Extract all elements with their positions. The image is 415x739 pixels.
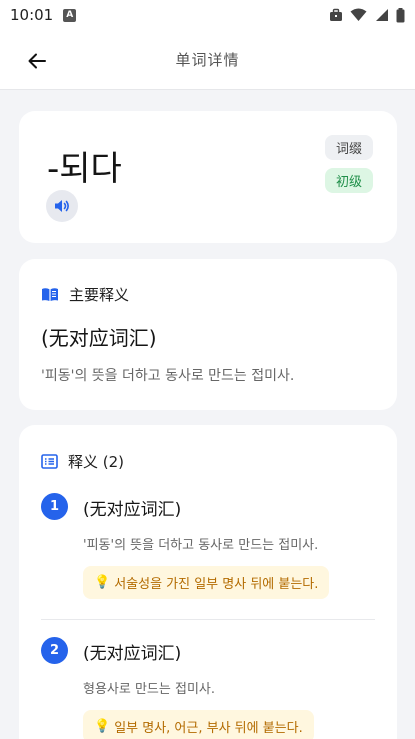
status-bar: 10:01 A xyxy=(0,0,415,30)
word-text: -되다 xyxy=(47,149,122,189)
definitions-heading: 释义 (2) xyxy=(68,453,125,471)
app-bar: 单词详情 xyxy=(0,30,415,90)
pronounce-button[interactable] xyxy=(46,190,78,222)
signal-icon xyxy=(376,9,388,21)
usage-note: 💡 서술성을 가진 일부 명사 뒤에 붙는다. xyxy=(83,566,330,599)
main-definition-card: 主要释义 (无对应词汇) '피동'의 뜻을 더하고 동사로 만드는 접미사. xyxy=(19,259,397,410)
word-type-badge: 词缀 xyxy=(324,135,373,160)
divider xyxy=(41,619,375,620)
word-card: -되다 词缀 初级 xyxy=(19,111,397,243)
main-definition-title: (无对应词汇) xyxy=(41,326,157,350)
word-level-badge: 初级 xyxy=(324,168,373,193)
battery-icon xyxy=(396,7,405,22)
status-indicators xyxy=(329,7,405,23)
arrow-left-icon xyxy=(28,53,46,69)
definition-title: (无对应词汇) xyxy=(83,500,182,520)
definition-number: 1 xyxy=(41,493,68,520)
usage-note-text: 일부 명사, 어근, 부사 뒤에 붙는다. xyxy=(114,721,303,736)
definition-description: '피동'의 뜻을 더하고 동사로 만드는 접미사. xyxy=(83,538,319,553)
definition-description: 형용사로 만드는 접미사. xyxy=(83,682,215,697)
definitions-header: 释义 (2) xyxy=(41,451,124,472)
status-time: 10:01 xyxy=(10,6,54,24)
definition-title: (无对应词汇) xyxy=(83,644,182,664)
definitions-card: 释义 (2) 1 (无对应词汇) '피동'의 뜻을 더하고 동사로 만드는 접미… xyxy=(19,425,397,739)
page-title: 单词详情 xyxy=(175,51,240,69)
speaker-icon xyxy=(55,200,69,212)
definition-number: 2 xyxy=(41,637,68,664)
main-definition-description: '피동'의 뜻을 더하고 동사로 만드는 접미사. xyxy=(41,368,295,384)
main-definition-header: 主要释义 xyxy=(41,284,129,305)
briefcase-icon xyxy=(330,8,342,21)
book-icon xyxy=(42,288,58,301)
wifi-icon xyxy=(350,8,367,21)
main-definition-heading: 主要释义 xyxy=(69,286,130,304)
notification-app-icon: A xyxy=(63,8,77,22)
lightbulb-icon: 💡 xyxy=(94,575,111,590)
back-button[interactable] xyxy=(22,46,52,76)
list-icon xyxy=(41,454,58,469)
lightbulb-icon: 💡 xyxy=(94,719,111,734)
usage-note: 💡 일부 명사, 어근, 부사 뒤에 붙는다. xyxy=(83,710,314,739)
usage-note-text: 서술성을 가진 일부 명사 뒤에 붙는다. xyxy=(114,577,319,592)
